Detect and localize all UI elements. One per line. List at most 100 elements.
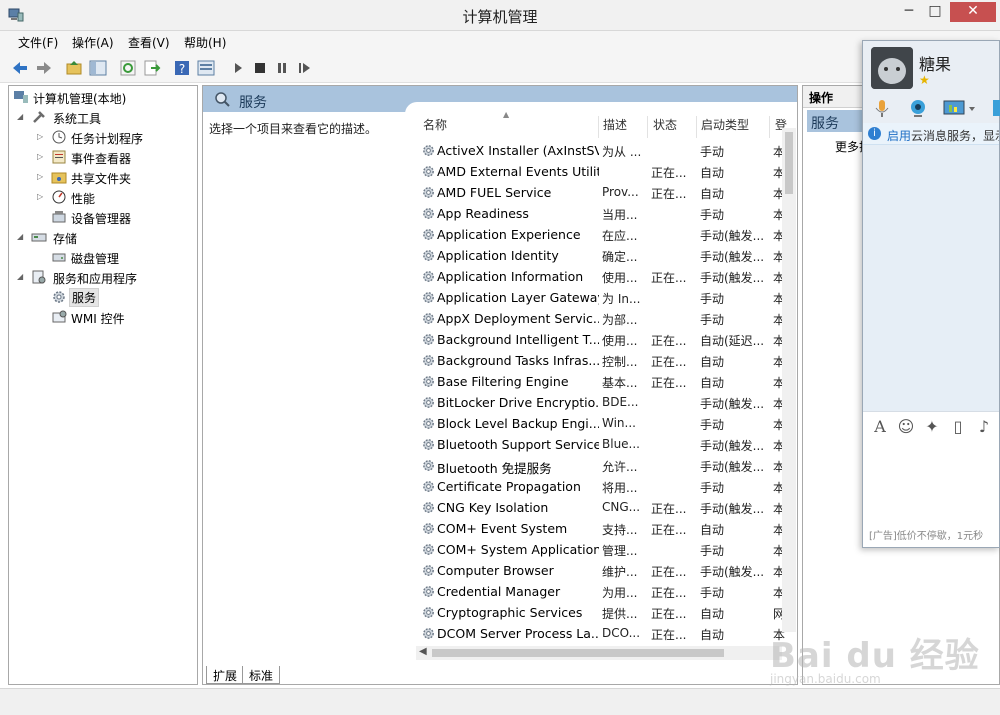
enable-link[interactable]: 启用 xyxy=(887,127,911,144)
service-description: 提供... xyxy=(602,607,638,621)
expand-arrow-icon[interactable]: ▷ xyxy=(37,132,45,142)
menu-file[interactable]: 文件(F) xyxy=(18,34,58,51)
service-description: 支持... xyxy=(602,523,638,537)
service-description: 为用... xyxy=(602,586,638,600)
more-tools-icon[interactable] xyxy=(993,100,1000,116)
service-description: 为从 ... xyxy=(602,145,642,159)
table-row[interactable]: Bluetooth Support Service Blue... 手动(触发...… xyxy=(417,434,797,455)
restart-icon[interactable] xyxy=(294,58,314,78)
service-name: Background Intelligent T... xyxy=(437,332,599,347)
help-icon[interactable]: ? xyxy=(172,58,192,78)
table-row[interactable]: Computer Browser 维护... 正在... 手动(触发... 本 xyxy=(417,560,797,581)
forward-arrow-icon[interactable] xyxy=(34,58,54,78)
service-name: CNG Key Isolation xyxy=(437,500,549,515)
emoji-icon[interactable]: ☺ xyxy=(897,417,915,437)
vertical-scrollbar[interactable] xyxy=(782,128,796,632)
minimize-button[interactable]: ─ xyxy=(896,2,922,22)
up-folder-icon[interactable] xyxy=(64,58,84,78)
table-row[interactable]: BitLocker Drive Encryptio... BDE... 手动(触发.… xyxy=(417,392,797,413)
table-row[interactable]: ActiveX Installer (AxInstSV) 为从 ... 手动本 xyxy=(417,140,797,161)
service-startup-type: 自动 xyxy=(700,607,725,621)
show-hide-tree-icon[interactable] xyxy=(88,58,108,78)
table-row[interactable]: Certificate Propagation 将用... 手动本 xyxy=(417,476,797,497)
voice-icon[interactable]: ♪ xyxy=(975,417,993,437)
refresh-icon[interactable] xyxy=(118,58,138,78)
table-row[interactable]: AppX Deployment Servic... 为部... 手动本 xyxy=(417,308,797,329)
ad-text[interactable]: [广告]低价不停歇，1元秒 xyxy=(869,527,983,542)
microphone-icon[interactable] xyxy=(871,97,893,119)
column-startup-type[interactable]: 启动类型 xyxy=(701,116,749,136)
table-row[interactable]: Bluetooth 免提服务 允许... 手动(触发... 本 xyxy=(417,455,797,476)
table-row[interactable]: CNG Key Isolation CNG... 正在... 手动(触发... 本 xyxy=(417,497,797,518)
play-icon[interactable] xyxy=(228,58,248,78)
service-description: 当用... xyxy=(602,208,638,222)
menu-view[interactable]: 查看(V) xyxy=(128,34,170,51)
title-bar: 计算机管理 ─ □ ✕ xyxy=(0,0,1000,31)
table-row[interactable]: COM+ System Application 管理... 手动本 xyxy=(417,539,797,560)
screenshot-icon[interactable]: ▯ xyxy=(949,417,967,437)
export-icon[interactable] xyxy=(142,58,162,78)
message-area[interactable] xyxy=(863,145,999,411)
avatar[interactable] xyxy=(871,47,913,89)
menu-help[interactable]: 帮助(H) xyxy=(184,34,226,51)
shake-icon[interactable]: ✦ xyxy=(923,417,941,437)
table-row[interactable]: Base Filtering Engine 基本... 正在... 自动本 xyxy=(417,371,797,392)
collapse-arrow-icon[interactable]: ◢ xyxy=(17,112,25,122)
table-row[interactable]: Application Layer Gateway... 为 In... 手动本 xyxy=(417,287,797,308)
horizontal-scrollbar[interactable]: ◀ xyxy=(416,646,782,660)
table-row[interactable]: Background Tasks Infras... 控制... 正在... 自动本 xyxy=(417,350,797,371)
expand-arrow-icon[interactable]: ▷ xyxy=(37,172,45,182)
table-row[interactable]: Application Experience 在应... 手动(触发... 本 xyxy=(417,224,797,245)
font-icon[interactable]: A xyxy=(871,417,889,437)
table-row[interactable]: App Readiness 当用... 手动本 xyxy=(417,203,797,224)
gear-icon xyxy=(423,523,434,534)
menu-action[interactable]: 操作(A) xyxy=(72,34,114,51)
gear-icon xyxy=(423,271,434,282)
expand-arrow-icon[interactable]: ▷ xyxy=(37,192,45,202)
table-row[interactable]: Background Intelligent T... 使用... 正在... 自动(… xyxy=(417,329,797,350)
properties-icon[interactable] xyxy=(196,58,216,78)
pause-icon[interactable] xyxy=(272,58,292,78)
table-row[interactable]: Application Information 使用... 正在... 手动(触发..… xyxy=(417,266,797,287)
service-name: Application Layer Gateway... xyxy=(437,290,599,305)
back-arrow-icon[interactable] xyxy=(10,58,30,78)
service-startup-type: 手动(触发... xyxy=(700,397,765,411)
scroll-left-icon[interactable]: ◀ xyxy=(419,646,427,657)
tab-standard[interactable]: 标准 xyxy=(242,666,281,684)
table-row[interactable]: Credential Manager 为用... 正在... 手动本 xyxy=(417,581,797,602)
service-startup-type: 手动 xyxy=(700,292,725,306)
table-row[interactable]: Block Level Backup Engi... Win... 手动本 xyxy=(417,413,797,434)
service-description: 管理... xyxy=(602,544,638,558)
webcam-icon[interactable] xyxy=(907,97,929,119)
table-row[interactable]: DCOM Server Process La... DCO... 正在... 自动本 xyxy=(417,623,797,644)
service-status: 正在... xyxy=(651,355,687,369)
table-row[interactable]: AMD External Events Utility 正在... 自动本 xyxy=(417,161,797,182)
service-description: Blue... xyxy=(602,437,640,451)
scroll-thumb[interactable] xyxy=(432,649,724,657)
maximize-button[interactable]: □ xyxy=(922,2,948,22)
expand-arrow-icon[interactable]: ▷ xyxy=(37,152,45,162)
table-row[interactable]: Cryptographic Services 提供... 正在... 自动网 xyxy=(417,602,797,623)
shared-folder-icon xyxy=(51,172,67,184)
stop-icon[interactable] xyxy=(250,58,270,78)
screen-share-icon[interactable] xyxy=(943,97,979,119)
table-row[interactable]: Application Identity 确定... 手动(触发... 本 xyxy=(417,245,797,266)
service-startup-type: 手动(触发... xyxy=(700,439,765,453)
service-name: BitLocker Drive Encryptio... xyxy=(437,395,599,410)
table-row[interactable]: AMD FUEL Service Prov... 正在... 自动本 xyxy=(417,182,797,203)
column-name[interactable]: 名称 xyxy=(423,116,447,136)
service-status: 正在... xyxy=(651,628,687,642)
tab-extended[interactable]: 扩展 xyxy=(206,666,245,684)
column-status[interactable]: 状态 xyxy=(653,116,677,136)
service-name: Credential Manager xyxy=(437,584,561,599)
table-row[interactable]: COM+ Event System 支持... 正在... 自动本 xyxy=(417,518,797,539)
collapse-arrow-icon[interactable]: ◢ xyxy=(17,232,25,242)
service-name: Certificate Propagation xyxy=(437,479,581,494)
description-text: 选择一个项目来查看它的描述。 xyxy=(209,122,378,136)
close-button[interactable]: ✕ xyxy=(950,2,996,22)
gear-icon xyxy=(423,292,434,303)
column-description[interactable]: 描述 xyxy=(603,116,627,136)
gear-icon xyxy=(423,439,434,450)
collapse-arrow-icon[interactable]: ◢ xyxy=(17,272,25,282)
scroll-thumb[interactable] xyxy=(785,132,793,194)
